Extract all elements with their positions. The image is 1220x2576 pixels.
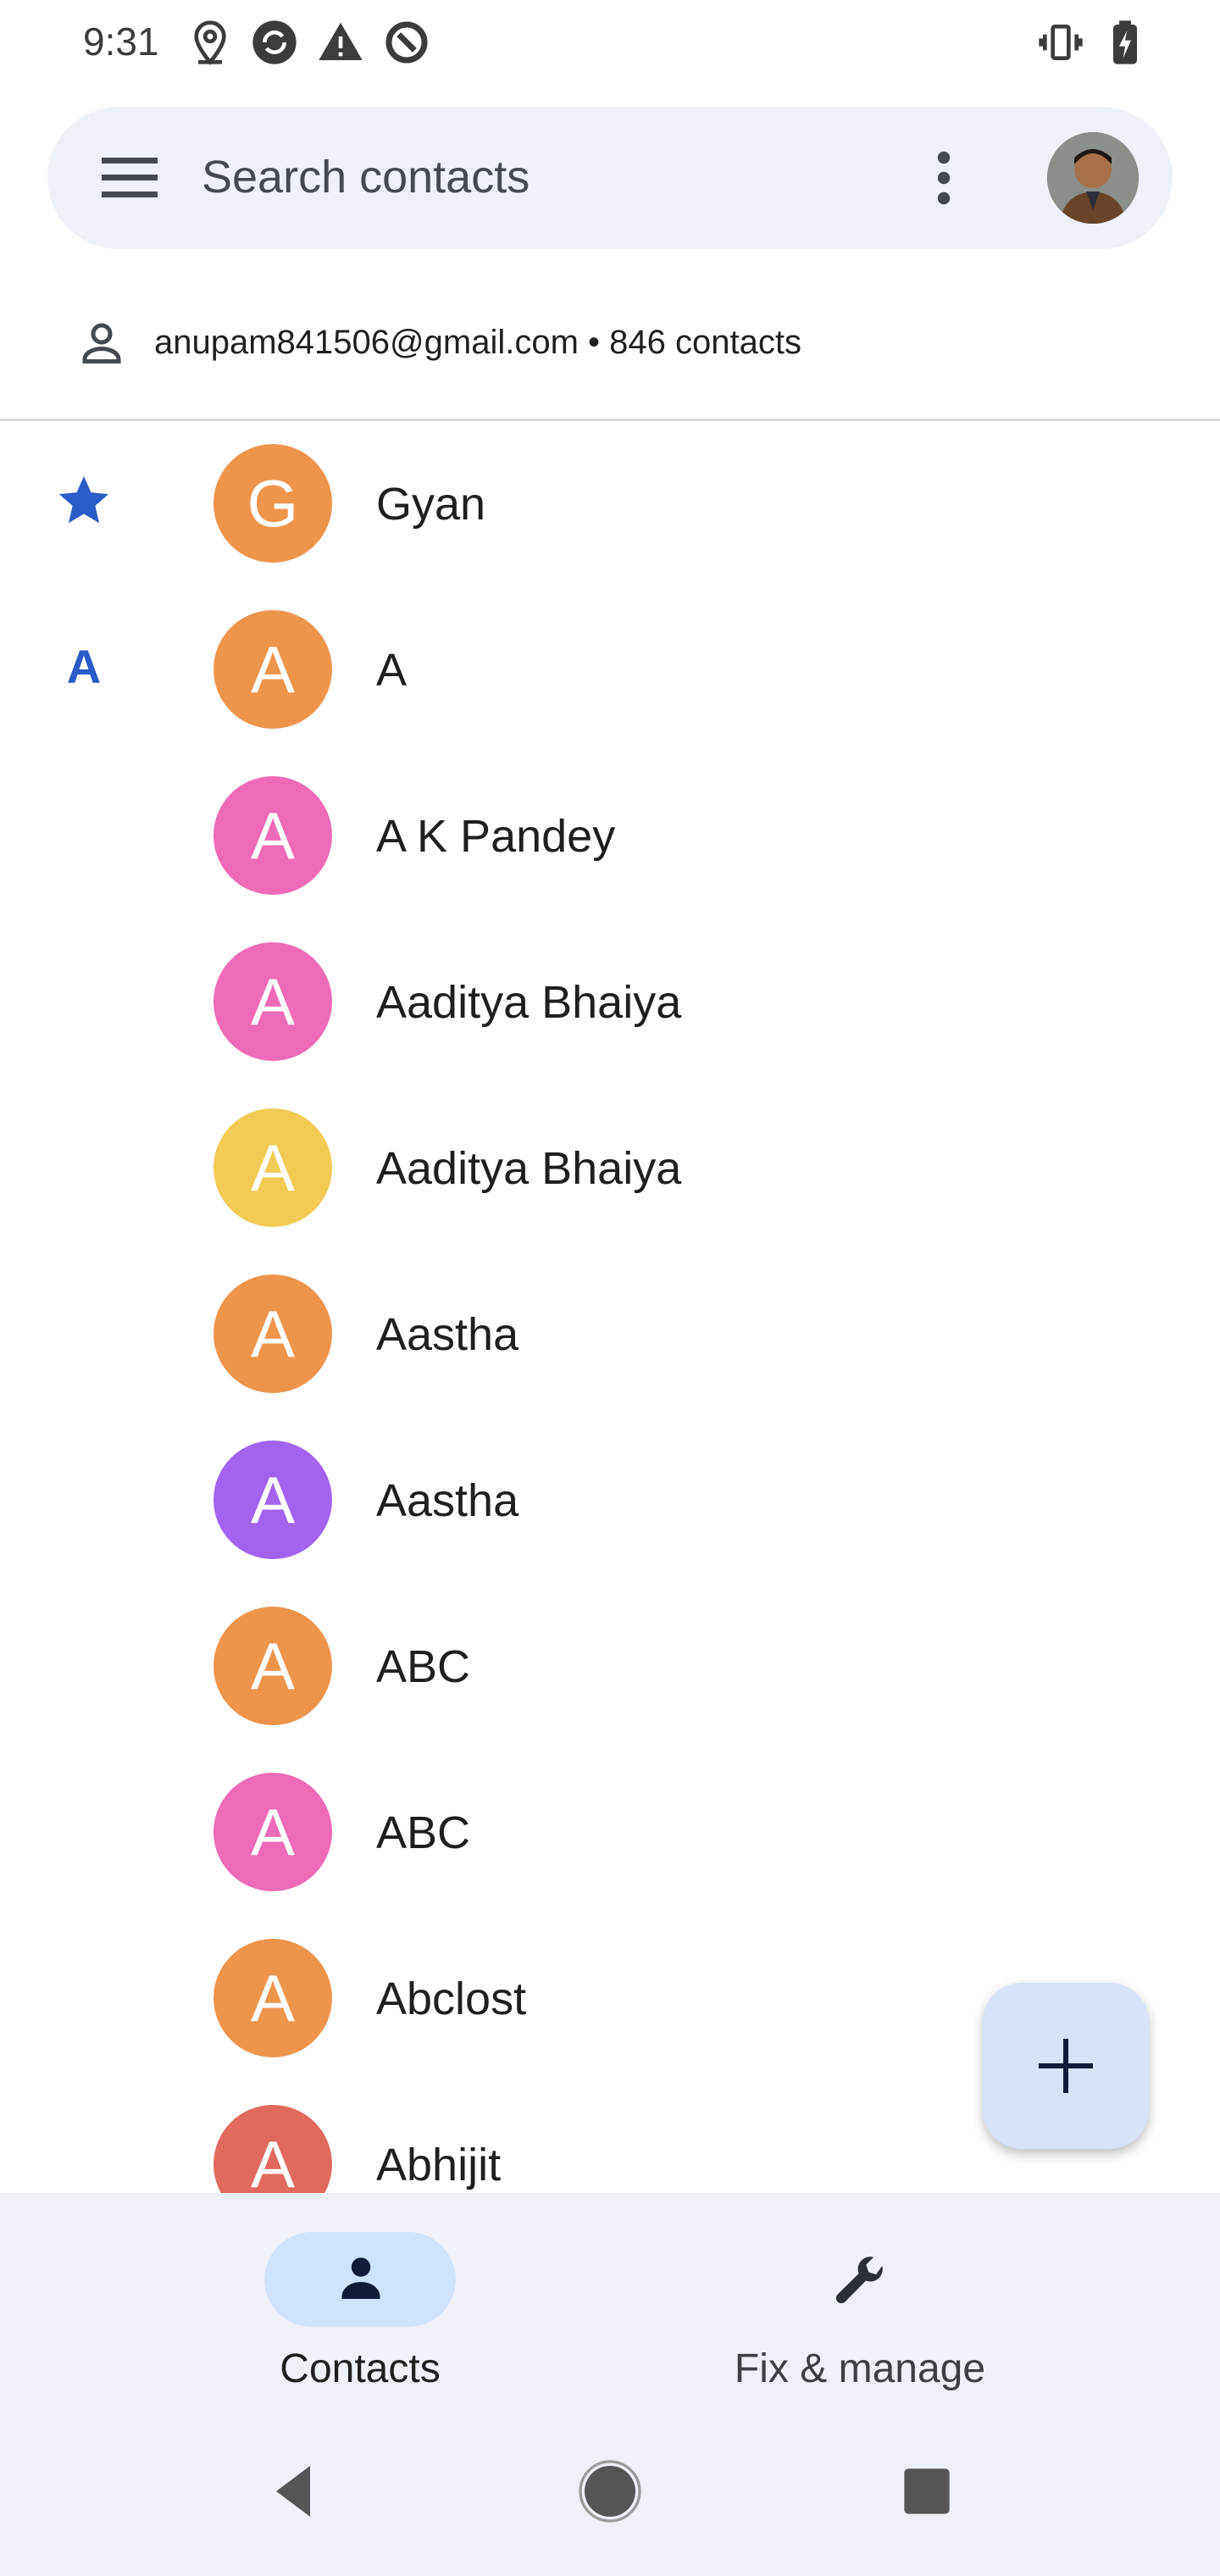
contact-name: A	[376, 645, 408, 696]
contact-avatar: G	[214, 444, 332, 563]
add-contact-button[interactable]	[983, 1983, 1149, 2149]
list-item[interactable]: A ABC	[0, 1751, 1220, 1917]
list-item[interactable]: A Aastha	[0, 1418, 1220, 1585]
list-item[interactable]: G Gyan	[0, 422, 1220, 588]
nav-fix-manage-label: Fix & manage	[734, 2346, 986, 2391]
nav-fix-manage-tab[interactable]: Fix & manage	[703, 2193, 1017, 2396]
status-bar: 9:31	[0, 0, 1220, 85]
status-time: 9:31	[83, 19, 159, 64]
avatar-photo	[1047, 132, 1139, 224]
search-input[interactable]: Search contacts	[202, 151, 530, 203]
person-icon	[341, 2257, 380, 2299]
contact-name: Aastha	[376, 1309, 519, 1360]
contact-name: ABC	[376, 1641, 471, 1692]
nav-contacts-label: Contacts	[280, 2346, 441, 2391]
list-item[interactable]: A Aaditya Bhaiya	[0, 920, 1220, 1086]
menu-icon[interactable]	[102, 153, 158, 203]
contact-name: Aastha	[376, 1475, 519, 1526]
contact-name: Gyan	[376, 479, 486, 530]
contact-name: Abclost	[376, 1974, 527, 2024]
divider	[0, 419, 1220, 421]
wrench-icon	[835, 2257, 883, 2304]
data-saver-icon	[385, 21, 428, 64]
list-item[interactable]: A ABC	[0, 1585, 1220, 1751]
contact-avatar: A	[214, 1441, 332, 1559]
account-row: anupam841506@gmail.com • 846 contacts	[0, 298, 1220, 386]
contact-avatar: A	[214, 1773, 332, 1891]
contact-name: Aaditya Bhaiya	[376, 1143, 682, 1194]
contact-avatar: A	[214, 2105, 332, 2193]
system-navigation-bar	[0, 2413, 1220, 2576]
contact-avatar: A	[214, 1607, 332, 1725]
star-icon	[58, 475, 109, 524]
contact-name: ABC	[376, 1807, 471, 1858]
sync-icon	[252, 20, 297, 64]
location-icon	[194, 20, 226, 65]
add-icon	[1039, 2039, 1093, 2093]
contact-avatar: A	[214, 1274, 332, 1393]
more-options-icon[interactable]	[918, 149, 969, 207]
nav-contacts-tab[interactable]: Contacts	[203, 2193, 517, 2396]
contact-name: A K Pandey	[376, 811, 616, 862]
account-avatar[interactable]	[1047, 132, 1139, 224]
search-bar[interactable]: Search contacts	[47, 107, 1173, 249]
back-icon[interactable]	[259, 2457, 327, 2525]
contact-name: Aaditya Bhaiya	[376, 977, 682, 1028]
list-item[interactable]: A Aaditya Bhaiya	[0, 1086, 1220, 1252]
home-icon[interactable]	[576, 2457, 644, 2525]
vibrate-icon	[1039, 25, 1083, 60]
contact-avatar: A	[214, 942, 332, 1061]
recents-icon[interactable]	[893, 2457, 961, 2525]
contact-avatar: A	[214, 610, 332, 729]
list-item[interactable]: A A K Pandey	[0, 754, 1220, 920]
battery-charging-icon	[1113, 20, 1137, 64]
list-item[interactable]: A A A	[0, 588, 1220, 754]
warning-icon	[319, 22, 363, 61]
contact-name: Abhijit	[376, 2140, 502, 2190]
section-letter: A	[66, 640, 102, 693]
account-summary: anupam841506@gmail.com • 846 contacts	[154, 324, 801, 361]
person-outline-icon	[82, 323, 121, 364]
list-item[interactable]: A Aastha	[0, 1252, 1220, 1418]
contact-avatar: A	[214, 776, 332, 895]
bottom-navigation: Contacts Fix & manage	[0, 2193, 1220, 2413]
contact-avatar: A	[214, 1108, 332, 1227]
contact-avatar: A	[214, 1939, 332, 2057]
